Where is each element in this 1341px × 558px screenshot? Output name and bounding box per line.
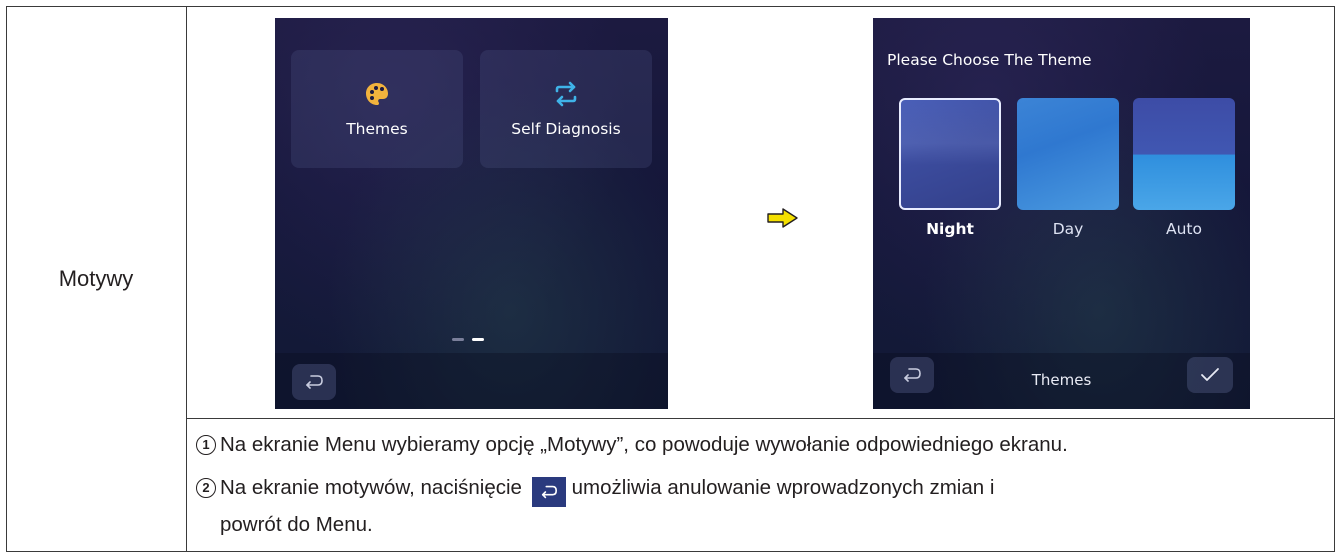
step-number-1: 1: [196, 435, 216, 455]
page-dot-active: [472, 338, 484, 341]
step-2-text-after: umożliwia anulowanie wprowadzonych zmian…: [571, 476, 995, 499]
arrow-right-icon: [767, 208, 798, 228]
row-label: Motywy: [58, 266, 134, 291]
theme-card-day[interactable]: [1017, 98, 1119, 210]
theme-card-auto[interactable]: [1133, 98, 1235, 210]
theme-label-auto: Auto: [1166, 220, 1202, 238]
column-divider: [186, 6, 187, 552]
page-dot: [452, 338, 464, 341]
themes-screen: Please Choose The Theme Night Day Auto T…: [873, 18, 1250, 409]
themes-tile-label: Themes: [346, 120, 408, 138]
menu-screen: Themes Self Diagnosis: [275, 18, 668, 409]
step-2-text-before: Na ekranie motywów, naciśnięcie: [220, 476, 522, 499]
step-2-text-line2: powrót do Menu.: [220, 513, 373, 536]
step-number-2: 2: [196, 478, 216, 498]
confirm-button[interactable]: [1187, 357, 1233, 393]
instruction-step-1: 1 Na ekranie Menu wybieramy opcję „Motywy…: [196, 431, 1068, 458]
back-button[interactable]: [292, 364, 336, 400]
return-icon: [306, 375, 323, 389]
swap-arrows-icon: [552, 80, 580, 114]
instruction-step-2: 2 Na ekranie motywów, naciśnięcie umożliw…: [196, 474, 994, 507]
self-diagnosis-tile[interactable]: Self Diagnosis: [480, 50, 652, 168]
palette-icon: [363, 80, 391, 114]
inline-return-icon: [531, 477, 566, 507]
theme-screen-title: Please Choose The Theme: [887, 51, 1092, 69]
page-indicator: [452, 338, 484, 341]
theme-label-night: Night: [926, 220, 974, 238]
step-1-text: Na ekranie Menu wybieramy opcję „Motywy”…: [220, 433, 1068, 456]
row-divider: [186, 418, 1335, 419]
theme-card-night[interactable]: [899, 98, 1001, 210]
themes-tile[interactable]: Themes: [291, 50, 463, 168]
theme-label-day: Day: [1052, 220, 1084, 238]
checkmark-icon: [1201, 368, 1219, 381]
self-diagnosis-tile-label: Self Diagnosis: [511, 120, 621, 138]
